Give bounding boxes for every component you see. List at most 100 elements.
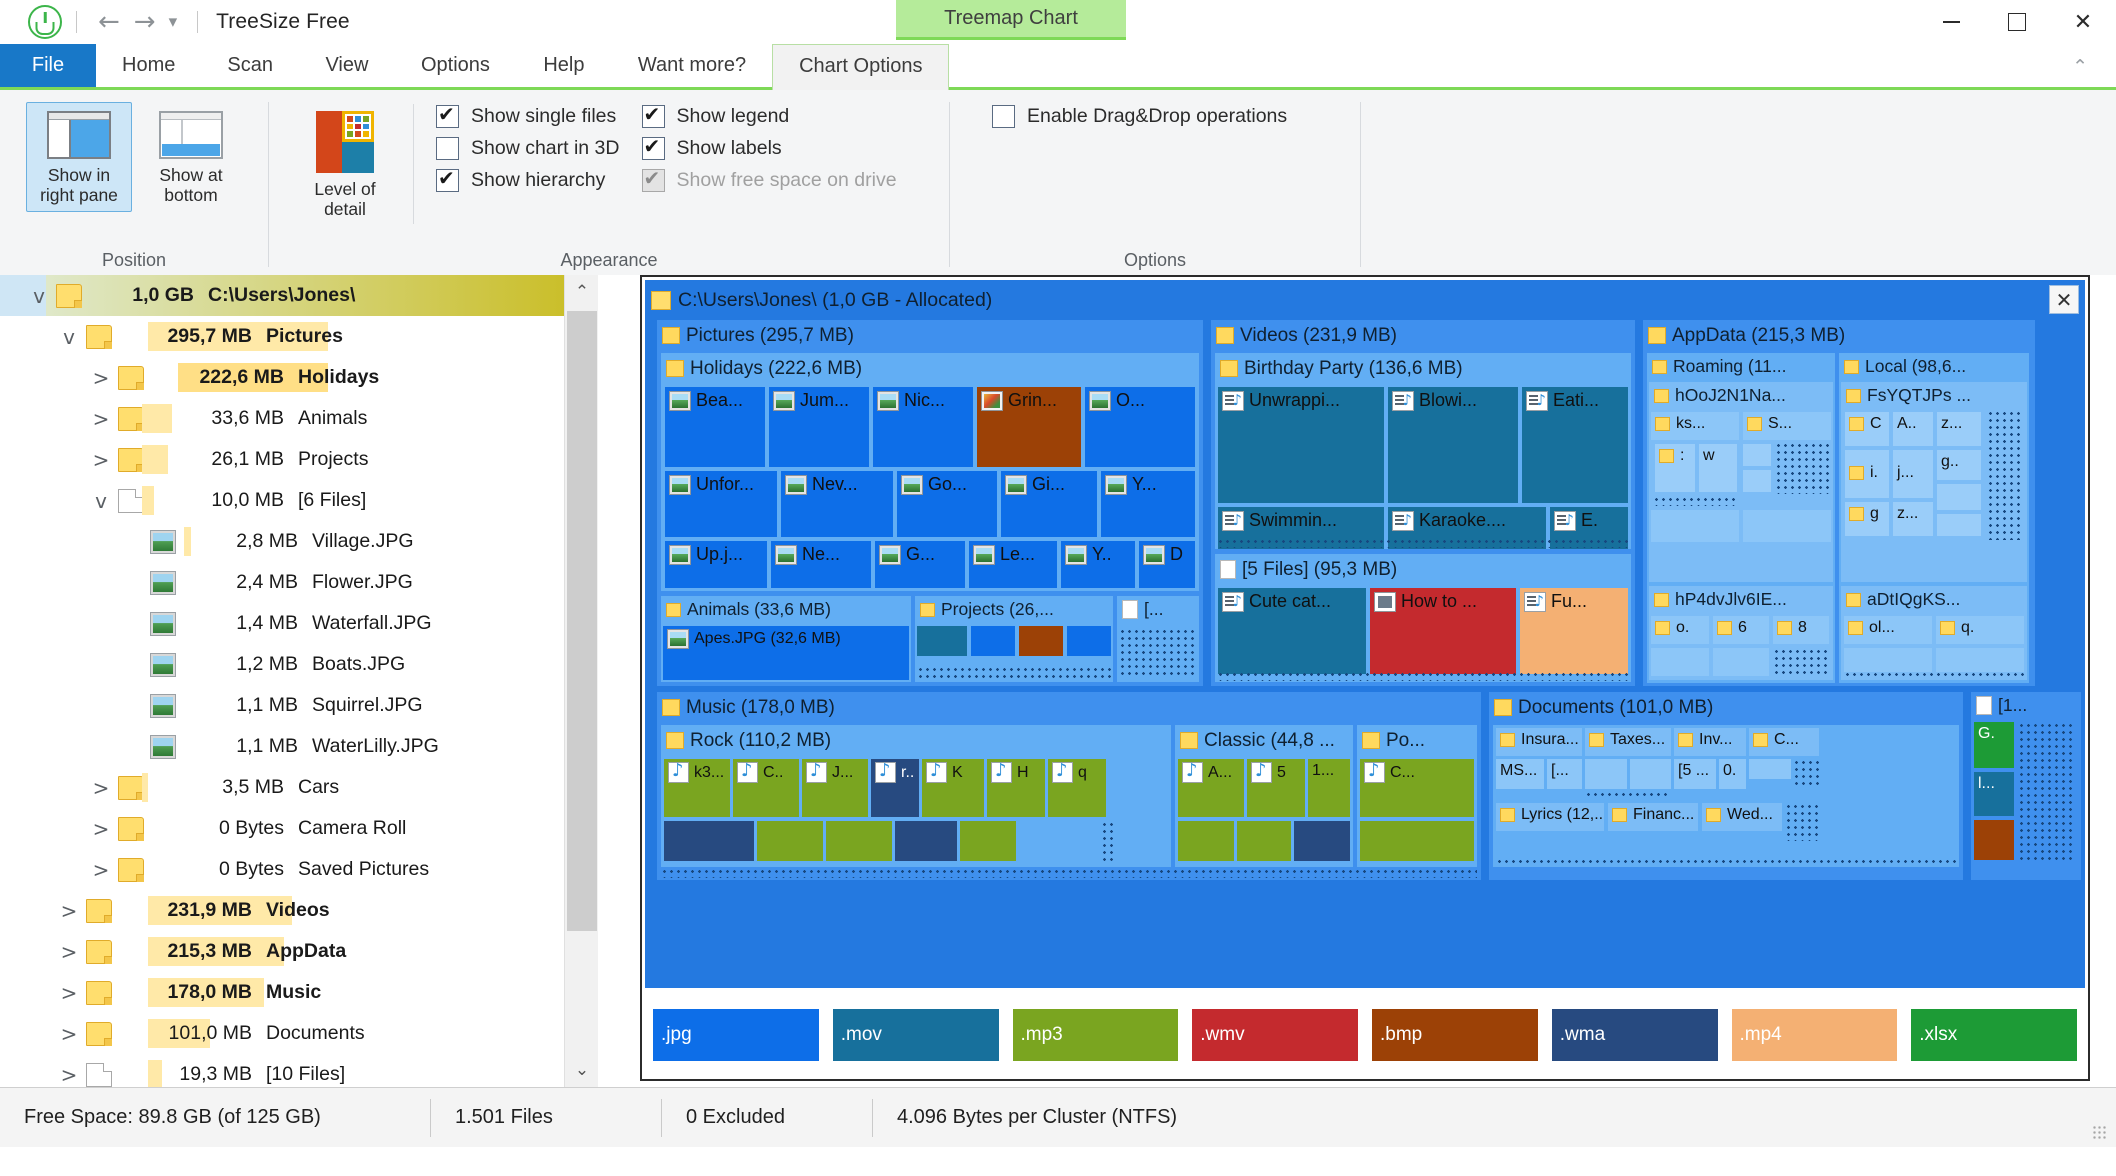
treemap-leaf-mp3[interactable]: q xyxy=(1048,759,1106,817)
treemap-leaf-jpg[interactable]: G... xyxy=(875,541,965,588)
treemap-subnode[interactable] xyxy=(1651,510,1739,542)
legend-item-wmv[interactable]: .wmv xyxy=(1192,1009,1358,1061)
treemap-subnode-ms[interactable]: MS... xyxy=(1496,759,1544,789)
legend-item-mp3[interactable]: .mp3 xyxy=(1012,1009,1179,1061)
treemap-leaf-mp3[interactable] xyxy=(1237,821,1291,861)
treemap-leaf-bmp[interactable] xyxy=(1974,820,2014,860)
treemap-chart-panel[interactable]: C:\Users\Jones\ (1,0 GB - Allocated) ✕ P… xyxy=(640,275,2090,1081)
legend-item-xlsx[interactable]: .xlsx xyxy=(1911,1009,2077,1061)
treemap-leaf-jpg[interactable]: Up.j... xyxy=(665,541,767,588)
treemap-subnode[interactable] xyxy=(1743,470,1771,492)
treemap-leaf-mp3[interactable] xyxy=(1360,821,1474,861)
treemap-leaf-mov[interactable]: Eati... xyxy=(1522,387,1628,503)
treemap-leaf-mov[interactable] xyxy=(917,626,967,656)
expand-collapse-icon[interactable]: > xyxy=(84,776,118,800)
treemap-subnode[interactable] xyxy=(1936,648,2024,672)
tree-row-holidays[interactable]: > 222,6 MB Holidays xyxy=(0,357,598,398)
treemap-subnode[interactable]: A.. xyxy=(1893,412,1933,446)
tree-row-pictures[interactable]: v 295,7 MB Pictures xyxy=(0,316,598,357)
treemap-subnode-taxes[interactable]: Taxes... xyxy=(1585,728,1671,756)
treemap-subnode[interactable]: z... xyxy=(1893,502,1933,536)
treemap-leaf-jpg[interactable]: Unfor... xyxy=(665,471,777,537)
tab-chart-options[interactable]: Chart Options xyxy=(772,44,950,90)
treemap-node-picture-files[interactable]: [... xyxy=(1117,596,1199,682)
tab-scan[interactable]: Scan xyxy=(201,44,299,87)
tree-row-music[interactable]: > 178,0 MB Music xyxy=(0,972,598,1013)
treemap-leaf-mp3[interactable]: 1... xyxy=(1308,759,1350,817)
treemap-close-button[interactable]: ✕ xyxy=(2049,285,2079,314)
legend-item-wma[interactable]: .wma xyxy=(1551,1009,1718,1061)
scroll-up-button[interactable]: ⌃ xyxy=(565,275,598,309)
tree-row-6-files[interactable]: v 10,0 MB [6 Files] xyxy=(0,480,598,521)
tree-row-videos[interactable]: > 231,9 MB Videos xyxy=(0,890,598,931)
treemap-subnode[interactable]: q. xyxy=(1936,616,2024,644)
expand-collapse-icon[interactable]: > xyxy=(84,407,118,431)
treemap-subnode[interactable]: C xyxy=(1845,412,1889,446)
treemap-subnode[interactable] xyxy=(1937,514,1981,536)
treemap-leaf-jpg[interactable]: Gi... xyxy=(1001,471,1097,537)
treemap-node-documents[interactable]: Documents (101,0 MB) Insura... Taxes... … xyxy=(1489,692,1963,880)
treemap-node-music[interactable]: Music (178,0 MB) Rock (110,2 MB) k3... C… xyxy=(657,692,1481,880)
treemap-node-local-sub2[interactable]: aDtIQgKS... ol... q. xyxy=(1841,586,2027,680)
treemap-node-root-files[interactable]: [1... G. l... xyxy=(1971,692,2081,880)
show-labels-checkbox[interactable] xyxy=(641,134,665,160)
minimize-button[interactable] xyxy=(1918,0,1984,44)
treemap-leaf-jpg[interactable]: Le... xyxy=(969,541,1057,588)
scrollbar-thumb[interactable] xyxy=(567,311,597,931)
tree-row-squirrel-jpg[interactable]: 1,1 MB Squirrel.JPG xyxy=(0,685,598,726)
tree-row-flower-jpg[interactable]: 2,4 MB Flower.JPG xyxy=(0,562,598,603)
treemap-leaf-mp3[interactable] xyxy=(1178,821,1234,861)
tree-row-waterfall-jpg[interactable]: 1,4 MB Waterfall.JPG xyxy=(0,603,598,644)
treemap-leaf-wma[interactable] xyxy=(1294,821,1350,861)
treemap-subnode-financ[interactable]: Financ... xyxy=(1608,803,1698,831)
treemap-subnode[interactable] xyxy=(1651,648,1709,676)
tab-view[interactable]: View xyxy=(299,44,395,87)
tree-row-saved-pictures[interactable]: > 0 Bytes Saved Pictures xyxy=(0,849,598,890)
treemap-subnode-wed[interactable]: Wed... xyxy=(1702,803,1782,831)
checkbox-row-show-chart-in-3d[interactable]: Show chart in 3D xyxy=(436,137,620,160)
treemap-leaf-jpg[interactable]: D xyxy=(1139,541,1195,588)
tree-row-animals[interactable]: > 33,6 MB Animals xyxy=(0,398,598,439)
treemap-leaf-mov[interactable]: Blowi... xyxy=(1388,387,1518,503)
quick-access-dropdown-icon[interactable]: ▾ xyxy=(163,12,184,32)
forward-icon[interactable]: → xyxy=(127,9,163,35)
treemap-leaf-jpg[interactable] xyxy=(1067,626,1111,656)
treemap-leaf-jpg[interactable]: Go... xyxy=(897,471,997,537)
treemap-node-roaming-sub2[interactable]: hP4dvJlv6IE... o. 6 8 xyxy=(1649,586,1833,680)
treemap-leaf-mp3[interactable] xyxy=(757,821,823,861)
treemap-subnode[interactable]: o. xyxy=(1651,616,1709,644)
checkbox-row-enable-drag-drop[interactable]: Enable Drag&Drop operations xyxy=(992,105,1287,128)
expand-collapse-icon[interactable]: v xyxy=(22,284,56,308)
tree-row-appdata[interactable]: > 215,3 MB AppData xyxy=(0,931,598,972)
treemap-node-rock[interactable]: Rock (110,2 MB) k3... C.. J... r.. xyxy=(661,725,1171,867)
treemap-leaf-mp3[interactable]: C... xyxy=(1360,759,1474,817)
expand-collapse-icon[interactable]: > xyxy=(84,448,118,472)
treemap-node-pictures[interactable]: Pictures (295,7 MB) Holidays (222,6 MB) … xyxy=(657,320,1203,686)
treemap-leaf-wma[interactable] xyxy=(895,821,957,861)
treemap-leaf-mp3[interactable]: k3... xyxy=(664,759,730,817)
treemap-subnode[interactable]: ks... xyxy=(1651,412,1739,440)
treemap-subnode[interactable]: S... xyxy=(1743,412,1831,440)
treemap-subnode-lyrics[interactable]: Lyrics (12,... xyxy=(1496,803,1604,831)
treemap-leaf-xlsx[interactable]: G. xyxy=(1974,722,2014,768)
treemap-subnode[interactable] xyxy=(1743,510,1831,542)
treemap-leaf-mov[interactable]: Cute cat... xyxy=(1218,588,1366,674)
treemap-node-roaming-sub1[interactable]: hOoJ2N1Na... ks... S... : w xyxy=(1649,382,1833,582)
treemap-subnode-5files[interactable]: [5 ... xyxy=(1674,759,1716,789)
expand-collapse-icon[interactable]: > xyxy=(52,940,86,964)
treemap-leaf-mp3[interactable]: K xyxy=(922,759,984,817)
show-chart-in-3d-checkbox[interactable] xyxy=(436,137,459,160)
treemap-subnode[interactable]: 6 xyxy=(1713,616,1769,644)
expand-collapse-icon[interactable]: > xyxy=(84,817,118,841)
treemap-subnode[interactable] xyxy=(1749,759,1791,779)
show-at-bottom-button[interactable]: Show at bottom xyxy=(138,102,244,212)
tree-row-10-files[interactable]: > 19,3 MB [10 Files] xyxy=(0,1054,598,1087)
treemap-subnode[interactable]: g.. xyxy=(1937,450,1981,480)
treemap-node-pop[interactable]: Po... C... xyxy=(1357,725,1477,867)
treemap-subnode[interactable]: z... xyxy=(1937,412,1981,446)
treemap-subnode[interactable]: j... xyxy=(1893,450,1933,498)
directory-tree-panel[interactable]: v 1,0 GB C:\Users\Jones\ v 295,7 MB Pict… xyxy=(0,275,598,1087)
treemap-leaf-mp3[interactable] xyxy=(826,821,892,861)
checkbox-row-show-hierarchy[interactable]: Show hierarchy xyxy=(436,166,620,192)
treemap-leaf-wma[interactable]: r.. xyxy=(871,759,919,817)
